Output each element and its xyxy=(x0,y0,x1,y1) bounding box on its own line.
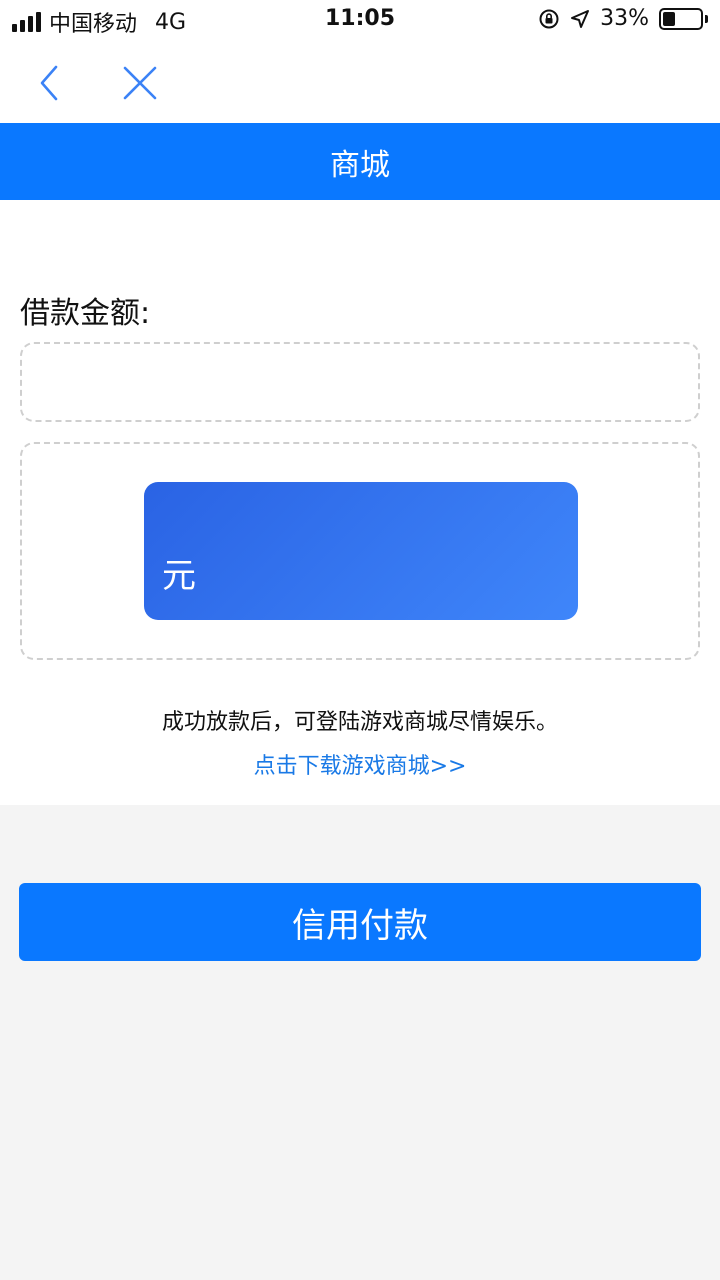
download-link[interactable]: 点击下载游戏商城>> xyxy=(0,748,720,780)
amount-card[interactable]: 元 xyxy=(144,482,578,620)
currency-unit: 元 xyxy=(162,556,196,596)
credit-pay-button[interactable]: 信用付款 xyxy=(19,883,701,961)
chevron-left-icon xyxy=(40,65,58,101)
page-title-bar: 商城 xyxy=(0,123,720,200)
pay-button-label: 信用付款 xyxy=(292,905,428,946)
page-title: 商城 xyxy=(330,147,390,183)
main-content: 借款金额: 元 成功放款后，可登陆游戏商城尽情娱乐。 点击下载游戏商城>> xyxy=(0,200,720,805)
amount-label: 借款金额: xyxy=(20,296,151,331)
notice-text: 成功放款后，可登陆游戏商城尽情娱乐。 xyxy=(161,710,558,735)
nav-bar xyxy=(0,40,720,123)
status-right: 33% xyxy=(538,6,708,31)
battery-icon xyxy=(659,7,708,30)
back-button[interactable] xyxy=(24,58,74,108)
card-container: 元 xyxy=(20,442,700,660)
battery-percent: 33% xyxy=(600,6,649,31)
close-button[interactable] xyxy=(115,58,165,108)
close-icon xyxy=(123,66,157,100)
battery-level xyxy=(663,11,675,26)
rotation-lock-icon xyxy=(539,9,559,28)
status-bar: 中国移动 4G 11:05 33% xyxy=(0,0,720,40)
location-arrow-icon xyxy=(571,9,590,28)
amount-input[interactable] xyxy=(20,342,700,422)
